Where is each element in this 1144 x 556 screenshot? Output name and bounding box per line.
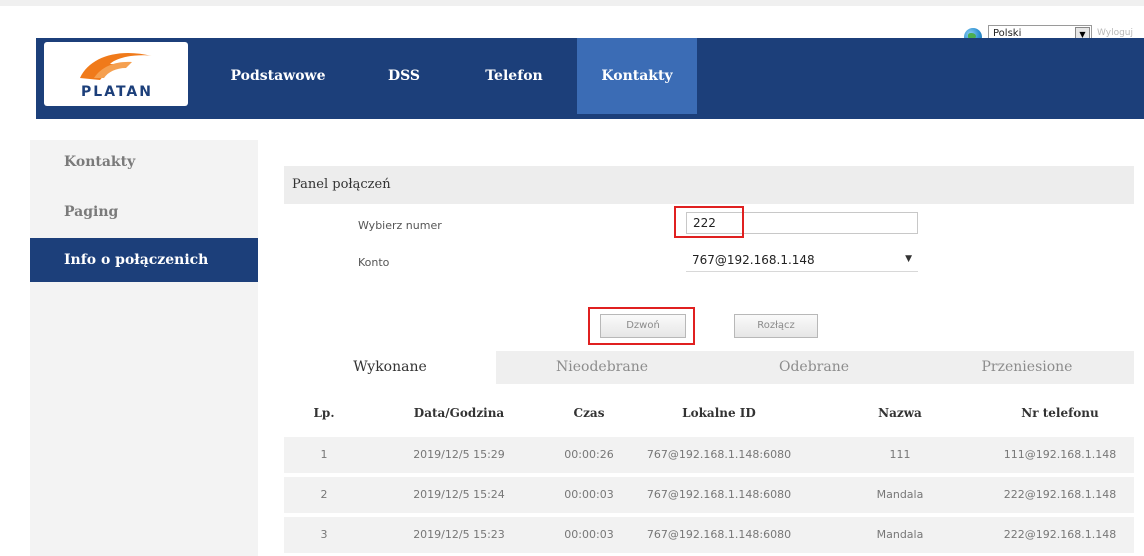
cell-phone: 222@192.168.1.148 — [1003, 528, 1117, 541]
nav-dss[interactable]: DSS — [374, 38, 434, 114]
column-header-phone: Nr telefonu — [1021, 406, 1099, 420]
nav-kontakty[interactable]: Kontakty — [577, 38, 697, 114]
table-row[interactable]: 2 2019/12/5 15:24 00:00:03 767@192.168.1… — [284, 477, 1134, 513]
column-header-date: Data/Godzina — [413, 406, 505, 420]
chevron-down-icon: ▼ — [905, 254, 912, 264]
platan-logo[interactable]: PLATAN — [44, 42, 188, 106]
table-header: Lp. Data/Godzina Czas Lokalne ID Nazwa N… — [284, 398, 1134, 428]
sidebar: Kontakty Paging Info o połączenich — [30, 140, 258, 556]
cell-local-id: 767@192.168.1.148:6080 — [646, 528, 792, 541]
column-header-name: Nazwa — [878, 406, 922, 420]
cell-time: 00:00:03 — [564, 528, 614, 541]
top-strip: Polski ▼ Wyloguj — [0, 0, 1144, 46]
cell-name: Mandala — [876, 488, 924, 501]
tab-nieodebrane[interactable]: Nieodebrane — [496, 351, 708, 384]
cell-date: 2019/12/5 15:23 — [413, 528, 505, 541]
column-header-local-id: Lokalne ID — [682, 406, 756, 420]
cell-local-id: 767@192.168.1.148:6080 — [646, 488, 792, 501]
tab-przeniesione[interactable]: Przeniesione — [920, 351, 1134, 384]
logo-text: PLATAN — [81, 84, 153, 100]
nav-telefon[interactable]: Telefon — [472, 38, 556, 114]
cell-date: 2019/12/5 15:29 — [413, 448, 505, 461]
cell-lp: 2 — [320, 488, 328, 501]
logout-link[interactable]: Wyloguj — [1097, 28, 1133, 38]
account-value: 767@192.168.1.148 — [692, 253, 815, 267]
cell-lp: 1 — [320, 448, 328, 461]
column-header-time: Czas — [573, 406, 605, 420]
tab-odebrane[interactable]: Odebrane — [708, 351, 920, 384]
logo-swoosh-icon — [80, 52, 152, 80]
cell-time: 00:00:03 — [564, 488, 614, 501]
sidebar-item-paging[interactable]: Paging — [30, 190, 258, 234]
table-row[interactable]: 3 2019/12/5 15:23 00:00:03 767@192.168.1… — [284, 517, 1134, 553]
call-panel-header: Panel połączeń — [284, 166, 1134, 204]
main-header: PLATAN Podstawowe DSS Telefon Kontakty — [36, 38, 1144, 119]
cell-phone: 111@192.168.1.148 — [1003, 448, 1117, 461]
history-tabs: Wykonane Nieodebrane Odebrane Przeniesio… — [284, 351, 1134, 384]
page: Polski ▼ Wyloguj PLATAN Podstawowe DSS T… — [0, 0, 1144, 556]
dial-number-label: Wybierz numer — [358, 219, 442, 232]
cell-name: Mandala — [876, 528, 924, 541]
sidebar-item-info-polaczenia[interactable]: Info o połączenich — [30, 238, 258, 282]
hangup-button[interactable]: Rozłącz — [734, 314, 818, 338]
highlight-call-button — [588, 307, 695, 345]
cell-date: 2019/12/5 15:24 — [413, 488, 505, 501]
cell-lp: 3 — [320, 528, 328, 541]
column-header-lp: Lp. — [313, 406, 335, 420]
account-label: Konto — [358, 256, 390, 269]
highlight-dial-input — [674, 206, 744, 238]
account-select[interactable]: 767@192.168.1.148 ▼ — [686, 250, 918, 272]
tab-wykonane[interactable]: Wykonane — [284, 351, 496, 384]
nav-podstawowe[interactable]: Podstawowe — [222, 38, 334, 114]
sidebar-item-kontakty[interactable]: Kontakty — [30, 140, 258, 184]
table-row[interactable]: 1 2019/12/5 15:29 00:00:26 767@192.168.1… — [284, 437, 1134, 473]
cell-phone: 222@192.168.1.148 — [1003, 488, 1117, 501]
cell-time: 00:00:26 — [564, 448, 614, 461]
cell-name: 111 — [889, 448, 911, 461]
cell-local-id: 767@192.168.1.148:6080 — [646, 448, 792, 461]
panel-title: Panel połączeń — [292, 177, 391, 192]
